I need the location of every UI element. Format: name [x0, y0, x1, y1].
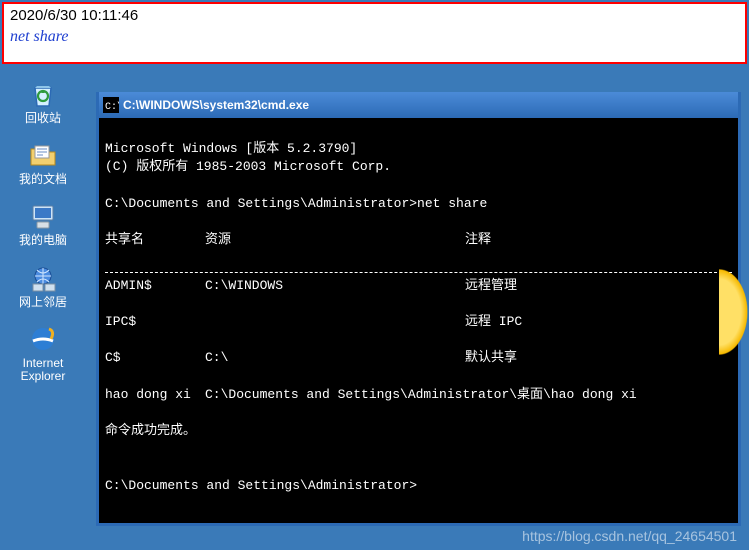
watermark: https://blog.csdn.net/qq_24654501	[522, 528, 737, 544]
recycle-bin-icon[interactable]: 回收站	[8, 78, 78, 125]
cmd-icon: C:\	[103, 97, 119, 113]
table-row: C$C:\默认共享	[105, 349, 732, 367]
cmd-prompt-2: C:\Documents and Settings\Administrator>	[105, 478, 417, 493]
divider	[105, 272, 732, 273]
table-row: ADMIN$C:\WINDOWS远程管理	[105, 277, 732, 295]
share-name: C$	[105, 349, 205, 367]
share-res: C:\	[205, 349, 465, 367]
computer-icon	[27, 200, 59, 232]
share-res: C:\Documents and Settings\Administrator\…	[205, 386, 465, 404]
table-header: 共享名资源注释	[105, 231, 732, 249]
window-title: C:\WINDOWS\system32\cmd.exe	[123, 98, 734, 112]
internet-explorer-icon	[27, 323, 59, 355]
my-computer-icon[interactable]: 我的电脑	[8, 200, 78, 247]
col-sharename: 共享名	[105, 231, 205, 249]
ie-label: Internet Explorer	[8, 357, 78, 383]
share-name: IPC$	[105, 313, 205, 331]
network-icon	[27, 262, 59, 294]
cmd-prompt-1: C:\Documents and Settings\Administrator>…	[105, 196, 487, 211]
recycle-icon	[27, 78, 59, 110]
cmd-header1: Microsoft Windows [版本 5.2.3790]	[105, 141, 357, 156]
share-res: C:\WINDOWS	[205, 277, 465, 295]
titlebar[interactable]: C:\ C:\WINDOWS\system32\cmd.exe	[99, 92, 738, 118]
share-rem: 默认共享	[465, 349, 732, 367]
share-rem: 远程 IPC	[465, 313, 732, 331]
cmd-window: C:\ C:\WINDOWS\system32\cmd.exe Microsof…	[96, 92, 741, 526]
desktop-icons: 回收站 我的文档 我的电脑 网上邻居 Internet Explorer	[8, 78, 78, 383]
col-remark: 注释	[465, 231, 732, 249]
my-documents-icon[interactable]: 我的文档	[8, 139, 78, 186]
share-name: hao dong xi	[105, 386, 205, 404]
docs-label: 我的文档	[19, 173, 67, 186]
cmd-header2: (C) 版权所有 1985-2003 Microsoft Corp.	[105, 159, 391, 174]
recycle-label: 回收站	[25, 112, 61, 125]
folder-icon	[27, 139, 59, 171]
share-name: ADMIN$	[105, 277, 205, 295]
annotation-box: 2020/6/30 10:11:46 net share	[2, 2, 747, 64]
table-row: hao dong xiC:\Documents and Settings\Adm…	[105, 386, 732, 404]
annotation-timestamp: 2020/6/30 10:11:46	[10, 6, 739, 26]
cmd-success: 命令成功完成。	[105, 423, 196, 438]
table-row: IPC$ 远程 IPC	[105, 313, 732, 331]
share-rem: 远程管理	[465, 277, 732, 295]
terminal-output[interactable]: Microsoft Windows [版本 5.2.3790] (C) 版权所有…	[99, 118, 738, 523]
share-rem	[465, 386, 732, 404]
network-places-icon[interactable]: 网上邻居	[8, 262, 78, 309]
computer-label: 我的电脑	[19, 234, 67, 247]
svg-text:C:\: C:\	[105, 101, 119, 113]
col-resource: 资源	[205, 231, 465, 249]
share-res	[205, 313, 465, 331]
ie-icon[interactable]: Internet Explorer	[8, 323, 78, 383]
network-label: 网上邻居	[19, 296, 67, 309]
annotation-command: net share	[10, 26, 739, 48]
